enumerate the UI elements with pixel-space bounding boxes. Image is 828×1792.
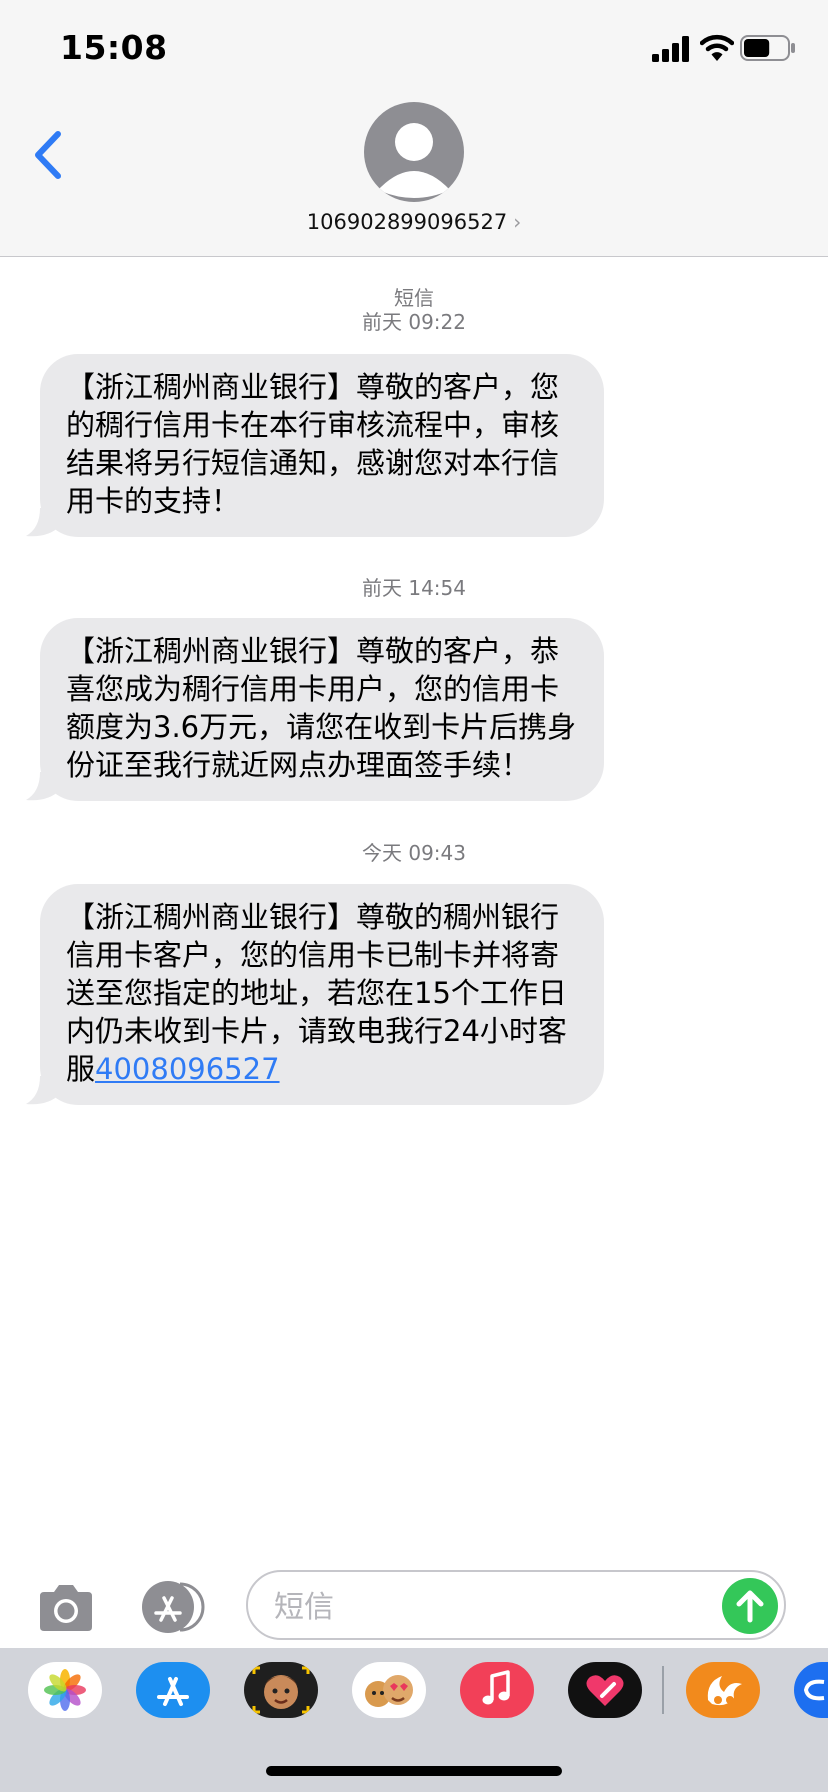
- home-indicator[interactable]: [266, 1766, 562, 1776]
- send-button[interactable]: [722, 1578, 778, 1634]
- cellular-signal-icon: [652, 36, 689, 62]
- bubble-tail: [26, 1076, 60, 1105]
- status-bar: 15:08: [0, 0, 828, 100]
- message-timestamp: 前天 09:22: [362, 310, 466, 334]
- bubble-tail: [26, 508, 60, 537]
- uc-browser-app-icon[interactable]: [686, 1662, 760, 1718]
- app-drawer: [0, 1648, 828, 1792]
- message-bubble[interactable]: 【浙江稠州商业银行】尊敬的客户，恭喜您成为稠行信用卡用户，您的信用卡额度为3.6…: [40, 618, 604, 801]
- memoji-app-icon[interactable]: [244, 1662, 318, 1718]
- digital-touch-app-icon[interactable]: [568, 1662, 642, 1718]
- message-text: 【浙江稠州商业银行】尊敬的客户，您的稠行信用卡在本行审核流程中，审核结果将另行短…: [66, 370, 560, 518]
- contact-number: 106902899096527: [306, 210, 508, 234]
- bubble-tail: [26, 772, 60, 801]
- message-bubble[interactable]: 【浙江稠州商业银行】尊敬的稠州银行信用卡客户，您的信用卡已制卡并将寄送至您指定的…: [40, 884, 604, 1105]
- contact-name-button[interactable]: 106902899096527 ›: [0, 210, 828, 234]
- photos-app-icon[interactable]: [28, 1662, 102, 1718]
- more-apps-icon[interactable]: [794, 1662, 828, 1718]
- person-icon: [378, 123, 450, 198]
- conversation-header: 106902899096527 ›: [0, 100, 828, 257]
- animoji-app-icon[interactable]: [352, 1662, 426, 1718]
- arrow-up-icon: [736, 1590, 764, 1623]
- message-timestamp: 前天 14:54: [362, 576, 466, 600]
- back-chevron-icon[interactable]: [28, 128, 68, 182]
- message-bubble[interactable]: 【浙江稠州商业银行】尊敬的客户，您的稠行信用卡在本行审核流程中，审核结果将另行短…: [40, 354, 604, 537]
- chevron-right-icon: ›: [513, 210, 522, 234]
- drawer-divider: [662, 1666, 664, 1714]
- battery-icon: [740, 35, 795, 61]
- message-text: 【浙江稠州商业银行】尊敬的客户，恭喜您成为稠行信用卡用户，您的信用卡额度为3.6…: [66, 634, 577, 782]
- message-timestamp: 今天 09:43: [362, 841, 466, 865]
- phone-number-link[interactable]: 4008096527: [95, 1052, 280, 1086]
- app-store-icon[interactable]: [140, 1580, 214, 1634]
- wifi-icon: [700, 34, 734, 61]
- app-store-app-icon[interactable]: [136, 1662, 210, 1718]
- status-time: 15:08: [60, 28, 168, 67]
- message-input-container[interactable]: [246, 1570, 786, 1640]
- camera-icon[interactable]: [34, 1582, 98, 1634]
- music-app-icon[interactable]: [460, 1662, 534, 1718]
- contact-avatar[interactable]: [364, 102, 464, 202]
- message-input[interactable]: [272, 1584, 696, 1630]
